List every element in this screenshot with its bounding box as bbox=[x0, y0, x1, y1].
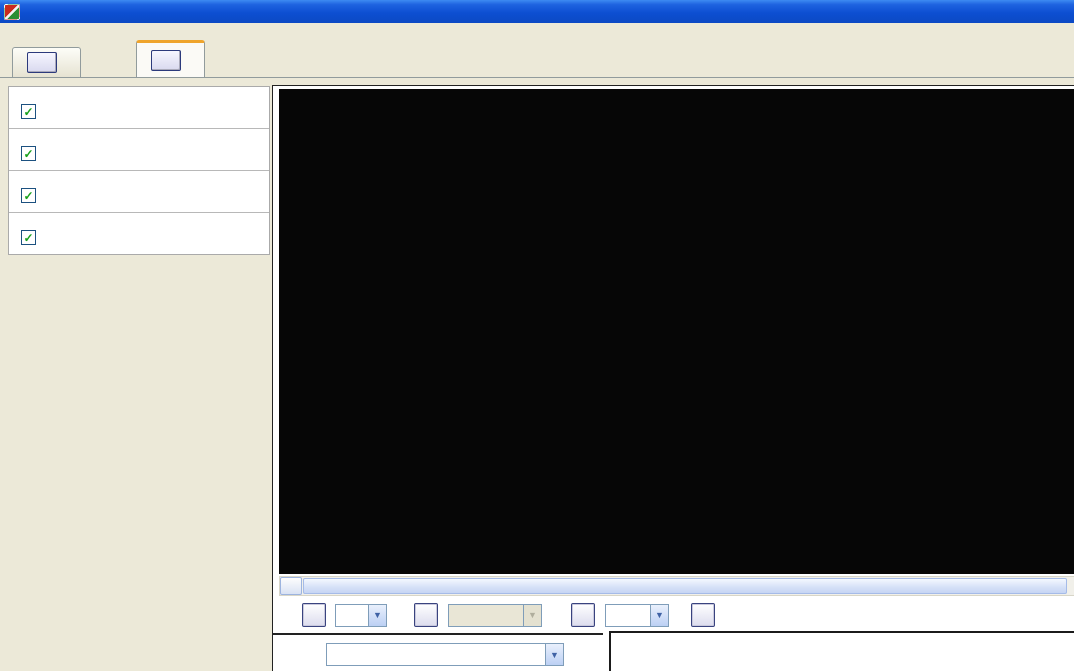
app-window: ✓ ✓ ✓ bbox=[0, 0, 1074, 671]
t-hotkey-button[interactable] bbox=[691, 603, 715, 627]
signal-checkbox[interactable]: ✓ bbox=[21, 146, 36, 161]
chevron-down-icon[interactable]: ▼ bbox=[523, 605, 541, 626]
chevron-down-icon[interactable]: ▼ bbox=[368, 605, 386, 626]
skala-select[interactable]: ▼ bbox=[605, 604, 669, 627]
x-axis-labels bbox=[279, 557, 1074, 574]
tab-wykres[interactable] bbox=[136, 40, 205, 77]
signal-cisnienie: ✓ bbox=[9, 129, 269, 171]
signal-masa-mierzona: ✓ bbox=[9, 171, 269, 213]
tab-strip bbox=[0, 23, 1074, 78]
r-hotkey-button[interactable] bbox=[414, 603, 438, 627]
wykresy-select-value bbox=[336, 605, 368, 626]
s-hotkey-button[interactable] bbox=[571, 603, 595, 627]
signal-list: ✓ ✓ ✓ bbox=[8, 86, 270, 255]
chart-horizontal-scrollbar[interactable] bbox=[279, 576, 1074, 596]
wskaznik-select-value bbox=[449, 605, 523, 626]
app-icon bbox=[4, 4, 20, 20]
signal-checkbox[interactable]: ✓ bbox=[21, 188, 36, 203]
chart-panel: ▼ ▼ ▼ ▼ bbox=[272, 85, 1074, 671]
chevron-down-icon[interactable]: ▼ bbox=[650, 605, 668, 626]
wykresy-select[interactable]: ▼ bbox=[335, 604, 387, 627]
scrollbar-thumb[interactable] bbox=[303, 578, 1067, 594]
signal-masa-docelowa: ✓ bbox=[9, 213, 269, 254]
wskaznik-select[interactable]: ▼ bbox=[448, 604, 542, 627]
scroll-left-button[interactable] bbox=[280, 577, 302, 595]
file-row: ▼ bbox=[273, 633, 603, 671]
signal-checkbox[interactable]: ✓ bbox=[21, 104, 36, 119]
plik-select[interactable]: ▼ bbox=[326, 643, 564, 666]
plik-select-value bbox=[327, 644, 545, 665]
file-name-panel bbox=[609, 631, 1074, 671]
chart-canvas bbox=[279, 89, 1074, 557]
f11-key-icon bbox=[27, 52, 57, 73]
title-bar bbox=[0, 0, 1074, 23]
chevron-down-icon[interactable]: ▼ bbox=[545, 644, 563, 665]
g-hotkey-button[interactable] bbox=[302, 603, 326, 627]
signal-obroty-silnika: ✓ bbox=[9, 87, 269, 129]
skala-select-value bbox=[606, 605, 650, 626]
tab-wybierz[interactable] bbox=[12, 47, 81, 77]
signal-checkbox[interactable]: ✓ bbox=[21, 230, 36, 245]
f5-key-icon bbox=[151, 50, 181, 71]
chart-controls-row: ▼ ▼ ▼ bbox=[273, 597, 1074, 633]
chart-plot-area[interactable] bbox=[279, 89, 1074, 558]
